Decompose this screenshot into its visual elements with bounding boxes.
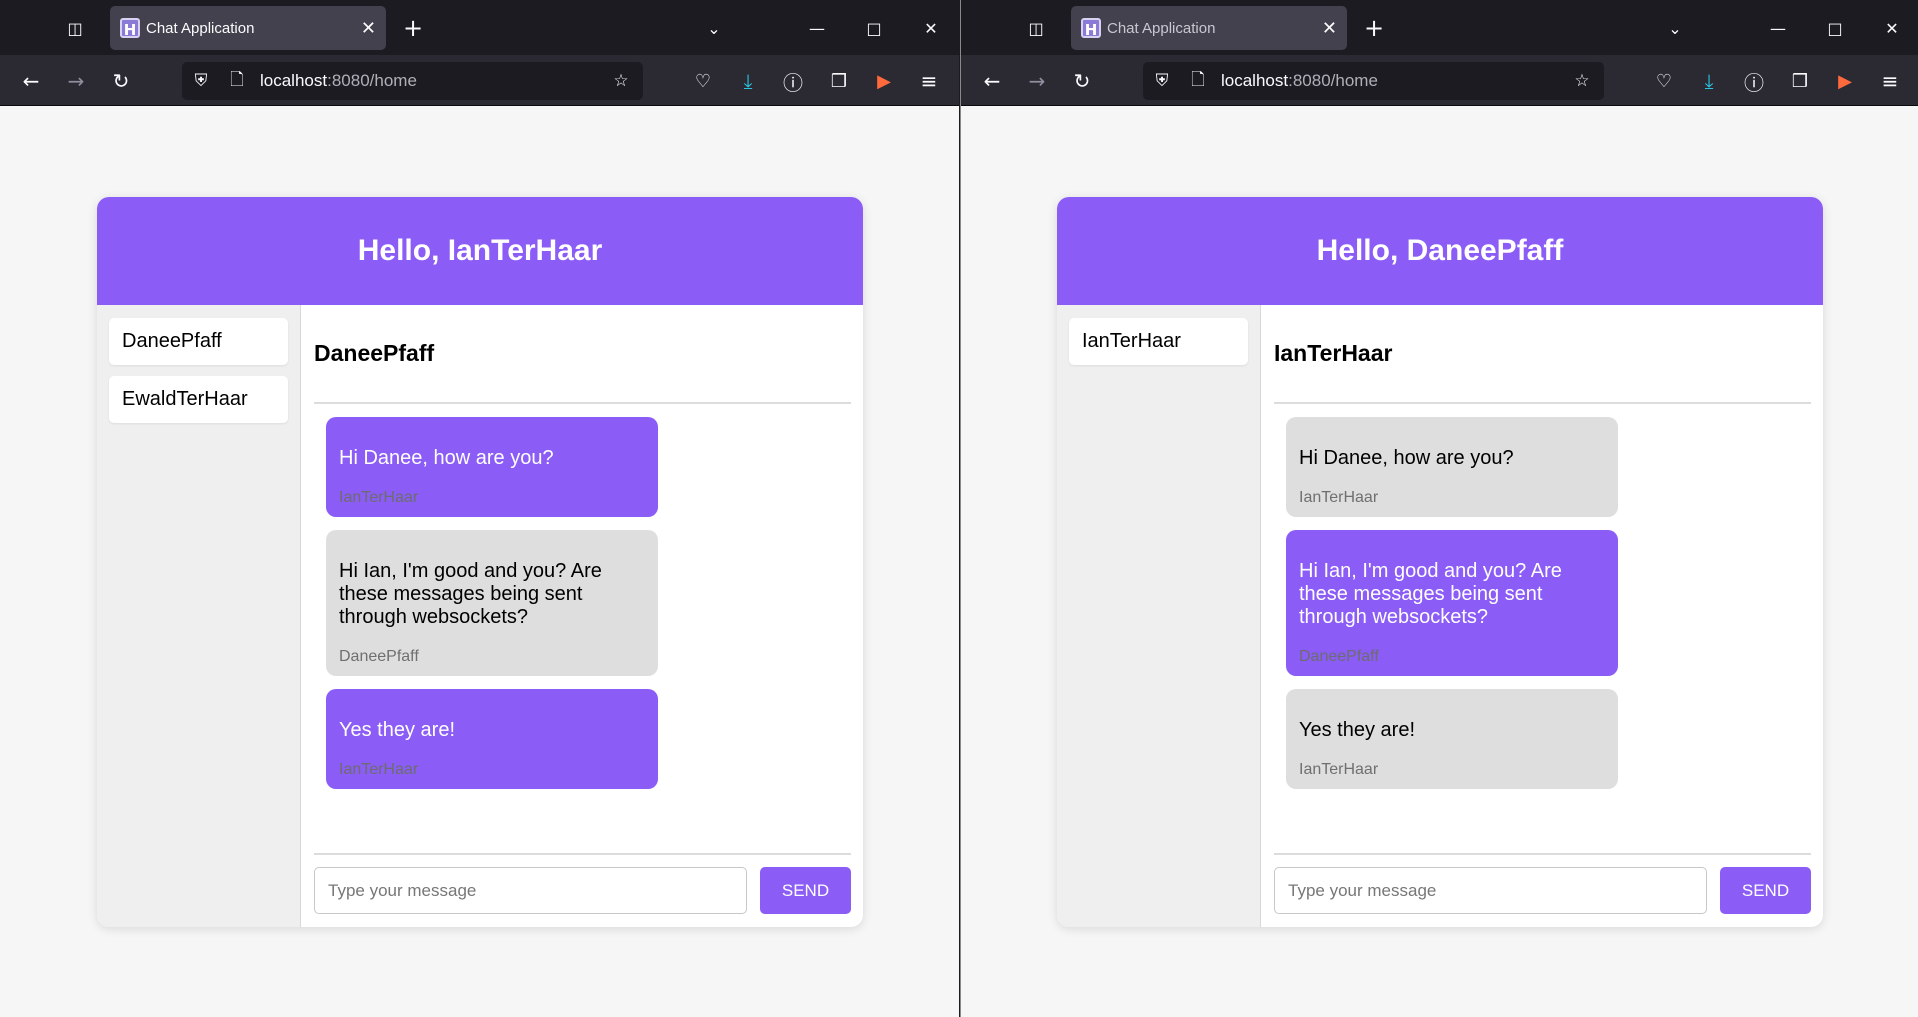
message-author: IanTerHaar (1299, 761, 1379, 778)
greeting-header: Hello, DaneePfaff (1057, 197, 1823, 305)
tab-strip: ◫ H Chat Application ✕ + ⌄ — □ ✕ (961, 0, 1918, 55)
browser-window-right: ◫ H Chat Application ✕ + ⌄ — □ ✕ ← → ↻ ⛨… (960, 0, 1918, 1017)
message-author: DaneePfaff (339, 648, 419, 665)
url-bar[interactable]: ⛨ 🗋 localhost:8080/home ☆ (1143, 62, 1604, 100)
extensions-icon[interactable]: ❒ (1787, 68, 1813, 94)
browser-tab[interactable]: H Chat Application ✕ (1071, 6, 1347, 50)
message-input[interactable] (1274, 867, 1707, 914)
browser-window-left: ◫ H Chat Application ✕ + ⌄ — □ ✕ ← → ↻ ⛨… (0, 0, 959, 1017)
forward-icon[interactable]: → (63, 68, 89, 94)
message-author: DaneePfaff (1299, 648, 1379, 665)
shield-icon[interactable]: ⛨ (190, 70, 212, 92)
maximize-icon[interactable]: □ (862, 16, 886, 40)
url-path: :8080/home (1288, 71, 1378, 90)
message-text: Hi Danee, how are you? (339, 447, 554, 469)
contacts-sidebar: DaneePfaff EwaldTerHaar (97, 305, 301, 927)
message-bubble: Hi Danee, how are you? IanTerHaar (1286, 417, 1618, 517)
chat-title: DaneePfaff (314, 305, 851, 404)
message-text: Yes they are! (1299, 719, 1416, 741)
info-icon[interactable]: ⓘ (1741, 68, 1767, 95)
message-bubble: Yes they are! IanTerHaar (1286, 689, 1618, 789)
page-icon: 🗋 (1191, 69, 1205, 90)
back-icon[interactable]: ← (979, 68, 1005, 94)
pocket-icon[interactable]: ♡ (1651, 68, 1677, 94)
message-bubble: Hi Ian, I'm good and you? Are these mess… (1286, 530, 1618, 676)
url-host: localhost (260, 71, 328, 90)
message-list: Hi Danee, how are you? IanTerHaar Hi Ian… (314, 404, 851, 855)
message-composer: SEND (314, 853, 851, 915)
chat-title: IanTerHaar (1274, 305, 1811, 404)
nav-bar: ← → ↻ ⛨ 🗋 localhost:8080/home ☆ ♡ ⤓ ⓘ ❒ … (0, 55, 959, 106)
message-author: IanTerHaar (339, 489, 419, 506)
extension-megaphone-icon[interactable]: ▶ (1832, 68, 1858, 94)
message-list: Hi Danee, how are you? IanTerHaar Hi Ian… (1274, 404, 1811, 855)
minimize-icon[interactable]: — (1766, 16, 1790, 40)
message-bubble: Hi Danee, how are you? IanTerHaar (326, 417, 658, 517)
favicon-h-icon: H (120, 18, 140, 39)
tab-overview-icon[interactable]: ◫ (63, 16, 87, 40)
contact-item[interactable]: IanTerHaar (1069, 318, 1248, 365)
bookmark-star-icon[interactable]: ☆ (1571, 70, 1593, 92)
shield-icon[interactable]: ⛨ (1151, 70, 1173, 92)
download-icon[interactable]: ⤓ (1696, 68, 1722, 94)
message-author: IanTerHaar (339, 761, 419, 778)
page-content: Hello, DaneePfaff IanTerHaar IanTerHaar … (961, 106, 1918, 1017)
bookmark-star-icon[interactable]: ☆ (610, 70, 632, 92)
send-button[interactable]: SEND (760, 867, 851, 914)
page-content: Hello, IanTerHaar DaneePfaff EwaldTerHaa… (0, 106, 959, 1017)
reload-icon[interactable]: ↻ (108, 68, 134, 94)
download-icon[interactable]: ⤓ (735, 68, 761, 94)
pocket-icon[interactable]: ♡ (690, 68, 716, 94)
message-composer: SEND (1274, 853, 1811, 915)
tab-list-chevron-icon[interactable]: ⌄ (1663, 16, 1687, 40)
message-bubble: Hi Ian, I'm good and you? Are these mess… (326, 530, 658, 676)
url-bar[interactable]: ⛨ 🗋 localhost:8080/home ☆ (182, 62, 643, 100)
menu-icon[interactable]: ≡ (1877, 68, 1903, 94)
message-bubble: Yes they are! IanTerHaar (326, 689, 658, 789)
tab-close-icon[interactable]: ✕ (361, 18, 376, 39)
message-text: Hi Danee, how are you? (1299, 447, 1514, 469)
message-text: Hi Ian, I'm good and you? Are these mess… (1299, 560, 1562, 628)
back-icon[interactable]: ← (18, 68, 44, 94)
browser-tab[interactable]: H Chat Application ✕ (110, 6, 386, 50)
message-text: Hi Ian, I'm good and you? Are these mess… (339, 560, 602, 628)
maximize-icon[interactable]: □ (1823, 16, 1847, 40)
tab-overview-icon[interactable]: ◫ (1024, 16, 1048, 40)
new-tab-icon[interactable]: + (1362, 14, 1386, 42)
extensions-icon[interactable]: ❒ (826, 68, 852, 94)
reload-icon[interactable]: ↻ (1069, 68, 1095, 94)
tab-list-chevron-icon[interactable]: ⌄ (702, 16, 726, 40)
forward-icon[interactable]: → (1024, 68, 1050, 94)
message-text: Yes they are! (339, 719, 456, 741)
chat-card: Hello, IanTerHaar DaneePfaff EwaldTerHaa… (97, 197, 863, 927)
url-host: localhost (1221, 71, 1289, 90)
send-button[interactable]: SEND (1720, 867, 1811, 914)
menu-icon[interactable]: ≡ (916, 68, 942, 94)
tab-title: Chat Application (146, 19, 255, 37)
contact-item[interactable]: DaneePfaff (109, 318, 288, 365)
chat-card: Hello, DaneePfaff IanTerHaar IanTerHaar … (1057, 197, 1823, 927)
contacts-sidebar: IanTerHaar (1057, 305, 1261, 927)
info-icon[interactable]: ⓘ (780, 68, 806, 95)
window-close-icon[interactable]: ✕ (919, 16, 943, 40)
minimize-icon[interactable]: — (805, 16, 829, 40)
contact-item[interactable]: EwaldTerHaar (109, 376, 288, 423)
window-close-icon[interactable]: ✕ (1880, 16, 1904, 40)
url-path: :8080/home (327, 71, 417, 90)
greeting-header: Hello, IanTerHaar (97, 197, 863, 305)
favicon-h-icon: H (1081, 18, 1101, 39)
message-author: IanTerHaar (1299, 489, 1379, 506)
tab-strip: ◫ H Chat Application ✕ + ⌄ — □ ✕ (0, 0, 959, 55)
message-input[interactable] (314, 867, 747, 914)
new-tab-icon[interactable]: + (401, 14, 425, 42)
chat-panel: DaneePfaff Hi Danee, how are you? IanTer… (314, 305, 851, 927)
page-icon: 🗋 (230, 69, 244, 90)
tab-close-icon[interactable]: ✕ (1322, 18, 1337, 39)
tab-title: Chat Application (1107, 19, 1216, 37)
nav-bar: ← → ↻ ⛨ 🗋 localhost:8080/home ☆ ♡ ⤓ ⓘ ❒ … (961, 55, 1918, 106)
extension-megaphone-icon[interactable]: ▶ (871, 68, 897, 94)
chat-panel: IanTerHaar Hi Danee, how are you? IanTer… (1274, 305, 1811, 927)
